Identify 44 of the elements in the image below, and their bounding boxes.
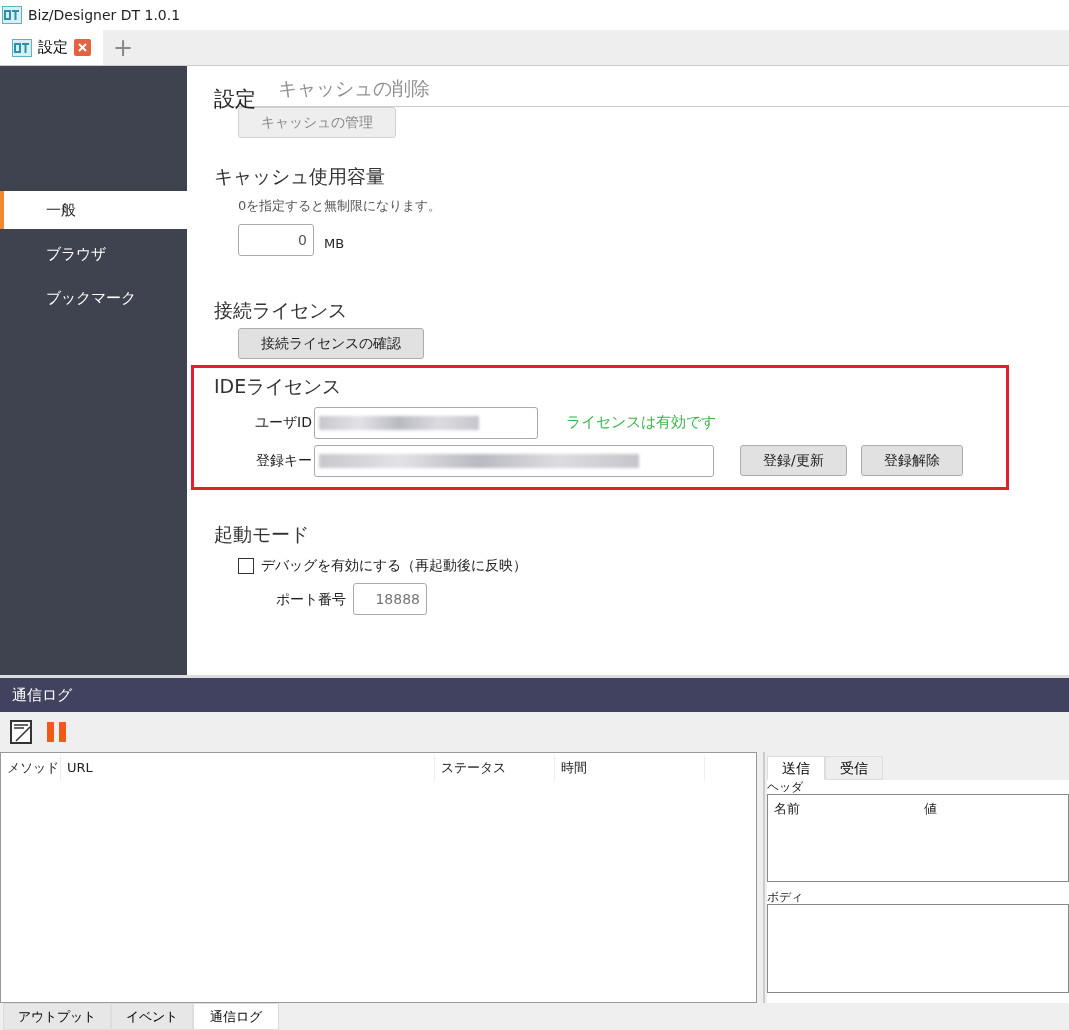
window-title: Biz/Designer DT 1.0.1: [28, 5, 181, 25]
license-button[interactable]: 登録/更新: [740, 445, 847, 476]
panel-tab[interactable]: 通信ログ: [193, 1003, 279, 1030]
panel-tab[interactable]: イベント: [111, 1003, 193, 1030]
checkbox[interactable]: [238, 557, 254, 574]
checkbox-label: デバッグを有効にする（再起動後に反映）: [261, 556, 527, 575]
section-heading: 起動モード: [214, 521, 310, 547]
section-label: ヘッダ: [767, 780, 804, 794]
field-label: ユーザID: [254, 413, 312, 432]
user-id-field[interactable]: [314, 406, 538, 439]
license-check-button[interactable]: 接続ライセンスの確認: [238, 328, 424, 359]
license-status: ライセンスは有効です: [566, 412, 716, 434]
column-header: 値: [923, 800, 938, 819]
close-icon[interactable]: [74, 39, 91, 56]
column-header: 名前: [773, 800, 801, 819]
panel-tab[interactable]: アウトプット: [3, 1003, 111, 1030]
detail-tab[interactable]: 送信: [767, 756, 825, 780]
app-logo-icon: [2, 6, 22, 24]
pause-icon[interactable]: [46, 721, 68, 743]
section-heading: IDEライセンス: [214, 374, 343, 399]
field-label: ポート番号: [276, 589, 346, 609]
panel-header: 通信ログ: [0, 678, 1069, 712]
sidebar-item[interactable]: ブックマーク: [0, 279, 187, 317]
clear-log-icon[interactable]: [10, 720, 32, 744]
sidebar-item[interactable]: ブラウザ: [0, 235, 187, 273]
section-heading: 接続ライセンス: [214, 297, 348, 323]
column-header: ステータス: [435, 755, 555, 781]
document-tab[interactable]: 設定: [0, 30, 103, 65]
license-button[interactable]: 登録解除: [860, 445, 963, 476]
column-header: 時間: [555, 755, 705, 781]
hint-text: 0を指定すると無制限になります。: [238, 197, 443, 215]
number-field[interactable]: 0: [238, 223, 314, 256]
section-heading: キャッシュの削除: [278, 76, 430, 101]
registration-key-field[interactable]: [314, 444, 714, 477]
port-field[interactable]: 18888: [353, 583, 427, 615]
app-logo-icon: [12, 38, 32, 57]
column-header: メソッド: [1, 755, 61, 781]
detail-tab[interactable]: 受信: [825, 756, 883, 780]
field-label: 登録キー: [255, 451, 312, 470]
section-heading: キャッシュ使用容量: [214, 163, 386, 189]
column-header: URL: [61, 755, 435, 781]
sidebar-item[interactable]: 一般: [0, 191, 187, 229]
section-label: ボディ: [767, 890, 804, 904]
unit-label: MB: [324, 234, 345, 253]
